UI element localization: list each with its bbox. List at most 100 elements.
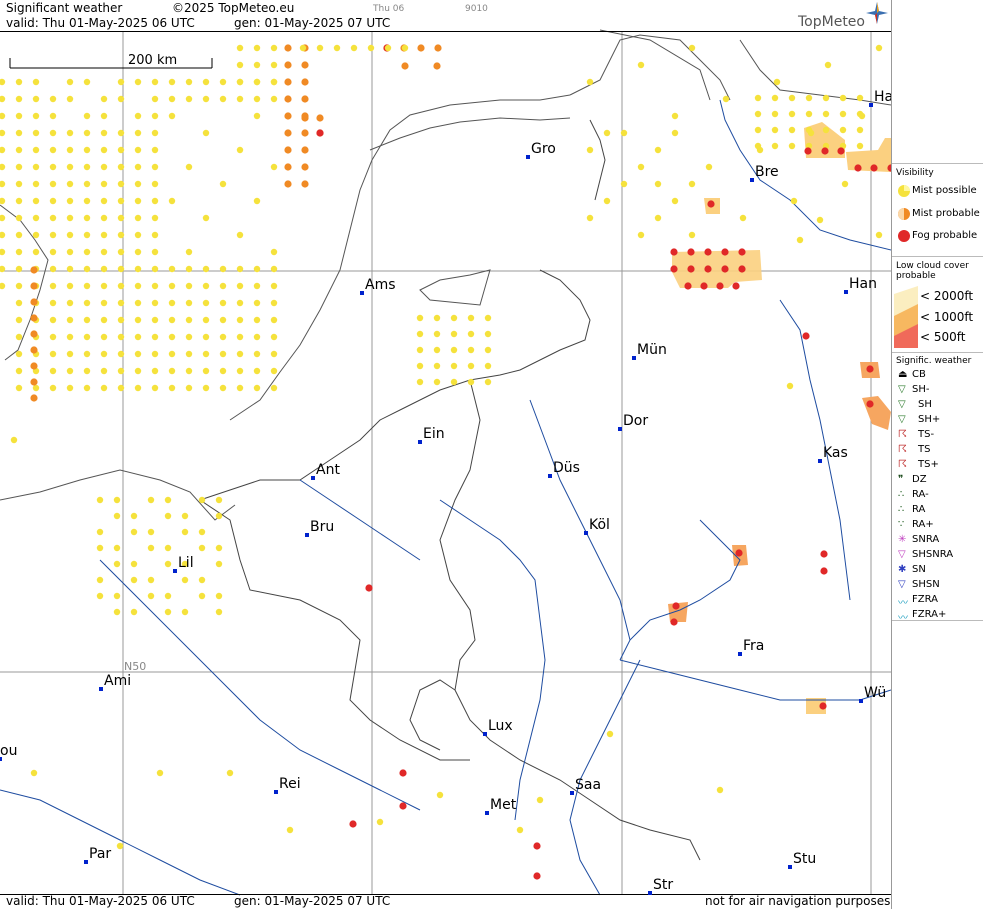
mist-possible-symbol	[185, 384, 193, 392]
mist-possible-symbol	[151, 180, 159, 188]
mist-possible-symbol	[151, 316, 159, 324]
mist-possible-symbol	[32, 163, 40, 171]
mist-possible-symbol	[151, 78, 159, 86]
fog-probable-symbol	[735, 549, 743, 557]
mist-possible-symbol	[130, 512, 138, 520]
mist-possible-symbol	[620, 129, 628, 137]
map-title: Significant weather	[6, 1, 123, 15]
city-marker	[869, 103, 873, 107]
mist-possible-symbol	[15, 333, 23, 341]
mist-possible-symbol	[754, 110, 762, 118]
mist-probable-symbol	[433, 62, 441, 70]
fog-probable-symbol	[316, 129, 324, 137]
footer-valid: valid: Thu 01-May-2025 06 UTC	[6, 894, 195, 908]
city-label: Düs	[553, 460, 580, 476]
mist-possible-symbol	[822, 126, 830, 134]
mist-possible-symbol	[236, 61, 244, 69]
mist-possible-symbol	[100, 384, 108, 392]
mist-possible-symbol	[484, 378, 492, 386]
mist-possible-symbol	[83, 112, 91, 120]
mist-possible-symbol	[15, 146, 23, 154]
mist-probable-symbol	[301, 146, 309, 154]
mist-possible-symbol	[226, 769, 234, 777]
latitude-label: N50	[124, 660, 146, 673]
mist-possible-symbol	[219, 282, 227, 290]
city-marker	[584, 531, 588, 535]
mist-possible-symbol	[134, 214, 142, 222]
mist-possible-symbol	[839, 126, 847, 134]
mist-possible-symbol	[433, 378, 441, 386]
signif-label: RA	[912, 504, 926, 515]
mist-possible-symbol	[467, 330, 475, 338]
mist-possible-symbol	[134, 78, 142, 86]
mist-possible-symbol	[100, 95, 108, 103]
signif-label: RA-	[912, 489, 929, 500]
snow-shower-icon: ▽	[898, 579, 906, 590]
mist-possible-symbol	[15, 384, 23, 392]
mist-probable-symbol	[301, 163, 309, 171]
mist-possible-symbol	[350, 44, 358, 52]
mist-possible-symbol	[805, 110, 813, 118]
city-marker	[274, 790, 278, 794]
mist-possible-symbol	[754, 142, 762, 150]
city-label: Fra	[743, 638, 765, 654]
mist-possible-symbol	[134, 163, 142, 171]
mist-possible-symbol	[100, 248, 108, 256]
mist-possible-symbol	[433, 330, 441, 338]
signif-title: Signific. weather	[896, 356, 972, 366]
mist-possible-symbol	[66, 265, 74, 273]
mist-possible-symbol	[185, 95, 193, 103]
mist-possible-symbol	[688, 231, 696, 239]
mist-possible-symbol	[83, 214, 91, 222]
mist-possible-symbol	[83, 367, 91, 375]
fog-probable-symbol	[732, 282, 740, 290]
legend-panel: Visibility Mist possible Mist probable F…	[891, 0, 983, 909]
mist-probable-symbol	[30, 362, 38, 370]
mist-possible-symbol	[788, 142, 796, 150]
mist-possible-symbol	[270, 163, 278, 171]
mist-possible-symbol	[66, 231, 74, 239]
mist-possible-symbol	[151, 367, 159, 375]
mist-probable-symbol	[284, 44, 292, 52]
mist-possible-symbol	[168, 282, 176, 290]
mist-possible-symbol	[270, 78, 278, 86]
mist-possible-symbol	[130, 608, 138, 616]
mist-possible-symbol	[100, 333, 108, 341]
mist-possible-symbol	[83, 197, 91, 205]
mist-possible-symbol	[83, 248, 91, 256]
city-label: Gro	[531, 141, 556, 157]
fog-probable-symbol	[721, 265, 729, 273]
mist-possible-symbol	[236, 384, 244, 392]
mist-possible-symbol	[253, 282, 261, 290]
city-label: Par	[89, 846, 112, 862]
mist-possible-symbol	[66, 333, 74, 341]
mist-possible-symbol	[15, 197, 23, 205]
signif-label: SH	[918, 399, 932, 410]
mist-possible-symbol	[100, 180, 108, 188]
mist-possible-symbol	[606, 730, 614, 738]
fog-probable-symbol	[716, 282, 724, 290]
mist-possible-symbol	[117, 333, 125, 341]
fog-probable-symbol	[866, 365, 874, 373]
mist-possible-symbol	[436, 791, 444, 799]
mist-possible-symbol	[198, 592, 206, 600]
mist-possible-symbol	[688, 180, 696, 188]
mist-possible-symbol	[151, 112, 159, 120]
city-marker	[859, 699, 863, 703]
mist-possible-symbol	[754, 126, 762, 134]
mist-possible-symbol	[603, 129, 611, 137]
mist-probable-symbol	[301, 61, 309, 69]
mist-possible-symbol	[83, 78, 91, 86]
mist-possible-symbol	[215, 544, 223, 552]
mist-possible-symbol	[168, 367, 176, 375]
mist-possible-symbol	[654, 214, 662, 222]
mist-possible-symbol	[83, 384, 91, 392]
mist-possible-symbol	[236, 146, 244, 154]
mist-possible-symbol	[117, 78, 125, 86]
mist-possible-symbol	[384, 44, 392, 52]
city-marker	[548, 474, 552, 478]
mist-possible-symbol	[270, 316, 278, 324]
fog-probable-symbol	[866, 400, 874, 408]
weather-map[interactable]: 200 km N50	[0, 0, 891, 909]
mist-possible-symbol	[185, 265, 193, 273]
